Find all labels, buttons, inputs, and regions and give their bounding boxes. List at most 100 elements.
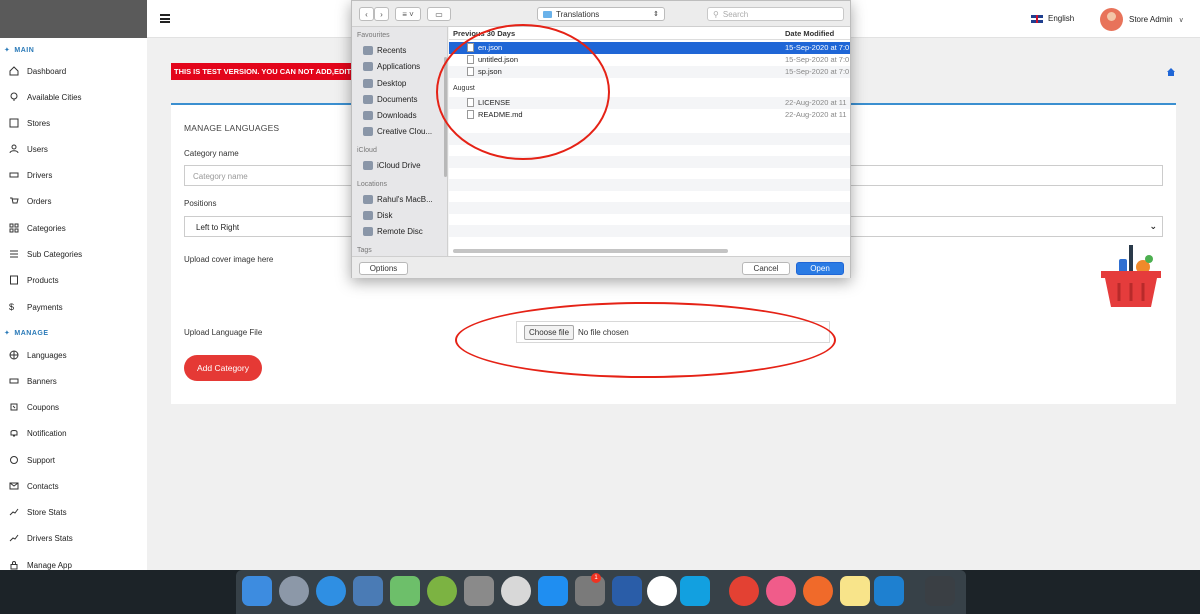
trash-icon[interactable] [925, 576, 955, 606]
column-group-header[interactable]: Previous 30 Days [453, 29, 515, 38]
sidebar-item-store-stats[interactable]: Store Stats [9, 504, 145, 520]
sidebar-item-dashboard[interactable]: Dashboard [9, 63, 145, 79]
slack-icon[interactable] [647, 576, 677, 606]
dock [236, 570, 966, 614]
system-preferences-icon[interactable] [575, 576, 605, 606]
hamburger-menu-icon[interactable] [160, 14, 170, 23]
forward-icon[interactable]: › [374, 7, 389, 21]
box-icon [10, 275, 18, 285]
back-icon[interactable]: ‹ [359, 7, 374, 21]
sidebar-item-orders[interactable]: Orders [9, 193, 145, 209]
sidebar-item-users[interactable]: Users [9, 141, 145, 157]
finder-icon[interactable] [242, 576, 272, 606]
sidebar-item-support[interactable]: Support [9, 452, 145, 468]
launchpad-icon[interactable] [279, 576, 309, 606]
language-file-input[interactable]: Choose file No file chosen [516, 321, 830, 343]
sidebar-item-products[interactable]: Products [9, 272, 145, 288]
category-name-label: Category name [184, 149, 239, 158]
sidebar-item-sub-categories[interactable]: Sub Categories [9, 246, 145, 262]
basket-illustration-icon[interactable] [1099, 245, 1163, 313]
options-button[interactable]: Options [359, 262, 408, 275]
sidebar-item-disk[interactable]: Disk [363, 208, 393, 222]
skype-icon[interactable] [680, 576, 710, 606]
sidebar-item-notification[interactable]: Notification [9, 425, 145, 441]
safari-icon[interactable] [316, 576, 346, 606]
sub-grid-icon [10, 250, 18, 258]
chat-icon [10, 456, 18, 464]
app-store-icon[interactable] [538, 576, 568, 606]
notification-badge: 1 [591, 573, 601, 583]
xcode-icon[interactable] [612, 576, 642, 606]
choose-file-button[interactable]: Choose file [524, 324, 575, 340]
file-icon [467, 43, 474, 52]
sidebar-item-downloads[interactable]: Downloads [363, 108, 417, 122]
new-folder-icon[interactable]: ▭ [427, 7, 451, 21]
sidebar-item-banners[interactable]: Banners [9, 373, 145, 389]
cover-image-label: Upload cover image here [184, 255, 274, 264]
sidebar-item-creative-cloud[interactable]: Creative Clou... [363, 124, 432, 138]
file-row-readme[interactable]: README.md 22-Aug-2020 at 11 [449, 109, 850, 121]
view-mode-icon[interactable]: ≡ ˅ [395, 7, 421, 21]
home-icon[interactable] [1167, 68, 1175, 76]
dollar-icon: $ [9, 302, 15, 312]
horizontal-scrollbar[interactable] [453, 249, 728, 253]
sidebar-item-macbook[interactable]: Rahul's MacB... [363, 192, 433, 206]
sidebar-item-recents[interactable]: Recents [363, 43, 406, 57]
home-icon [9, 66, 19, 76]
sidebar-item-payments[interactable]: $ Payments [9, 299, 145, 315]
sidebar-item-drivers[interactable]: Drivers [9, 167, 145, 183]
open-button[interactable]: Open [796, 262, 844, 275]
file-icon [467, 98, 474, 107]
sidebar-item-coupons[interactable]: Coupons [9, 399, 145, 415]
dialog-footer: Options Cancel Open [352, 256, 850, 278]
sidebar-item-applications[interactable]: Applications [363, 59, 420, 73]
sidebar-item-languages[interactable]: Languages [9, 347, 145, 363]
sidebar-item-documents[interactable]: Documents [363, 92, 417, 106]
android-studio-icon[interactable] [427, 576, 457, 606]
sidebar-item-contacts[interactable]: Contacts [9, 478, 145, 494]
disk-icon [363, 210, 373, 220]
cancel-button[interactable]: Cancel [742, 262, 790, 275]
notes-icon[interactable] [840, 576, 870, 606]
sidebar-item-categories[interactable]: Categories [9, 220, 145, 236]
app-logo[interactable] [0, 0, 147, 38]
documents-icon [363, 94, 373, 104]
dialog-search-input[interactable]: ⚲ Search [707, 7, 844, 21]
sidebar-item-stores[interactable]: Stores [9, 115, 145, 131]
add-category-button[interactable]: Add Category [184, 355, 262, 381]
sidebar-scrollbar[interactable] [444, 57, 447, 177]
user-icon [9, 144, 19, 154]
preview-icon[interactable] [353, 576, 383, 606]
folder-path-select[interactable]: Translations ⇕ [537, 7, 665, 21]
file-row-sp-json[interactable]: sp.json 15-Sep-2020 at 7:0 [449, 66, 850, 78]
user-menu[interactable]: Store Admin ∨ [1100, 8, 1184, 31]
chrome-icon[interactable] [729, 576, 759, 606]
avatar [1100, 8, 1123, 31]
vscode-icon[interactable] [874, 576, 904, 606]
disc-icon [363, 226, 373, 236]
file-row-en-json[interactable]: en.json 15-Sep-2020 at 7:0 [449, 42, 850, 54]
maps-icon[interactable] [390, 576, 420, 606]
sidebar: ✦ MAIN Dashboard Available Cities Stores … [0, 38, 147, 570]
language-selector[interactable]: English [1031, 14, 1074, 23]
chevron-down-icon: ⌄ [1149, 221, 1157, 231]
sidebar-item-drivers-stats[interactable]: Drivers Stats [9, 530, 145, 546]
tableplus-icon[interactable] [501, 576, 531, 606]
sidebar-item-desktop[interactable]: Desktop [363, 76, 406, 90]
uk-flag-icon [1031, 14, 1043, 23]
file-row-license[interactable]: LICENSE 22-Aug-2020 at 11 [449, 97, 850, 109]
bell-icon [10, 430, 18, 437]
page-title: MANAGE LANGUAGES [184, 123, 280, 133]
itunes-icon[interactable] [766, 576, 796, 606]
sidebar-item-icloud-drive[interactable]: iCloud Drive [363, 158, 421, 172]
creative-cloud-icon [363, 126, 373, 136]
coupon-icon [10, 403, 18, 411]
sidebar-item-remote-disc[interactable]: Remote Disc [363, 224, 423, 238]
file-row-untitled-json[interactable]: untitled.json 15-Sep-2020 at 7:0 [449, 54, 850, 66]
chevron-updown-icon: ⇕ [653, 11, 659, 18]
postman-icon[interactable] [803, 576, 833, 606]
calculator-icon[interactable] [464, 576, 494, 606]
date-modified-header[interactable]: Date Modified [785, 29, 834, 38]
cloud-icon [363, 160, 373, 170]
sidebar-item-available-cities[interactable]: Available Cities [9, 89, 145, 105]
